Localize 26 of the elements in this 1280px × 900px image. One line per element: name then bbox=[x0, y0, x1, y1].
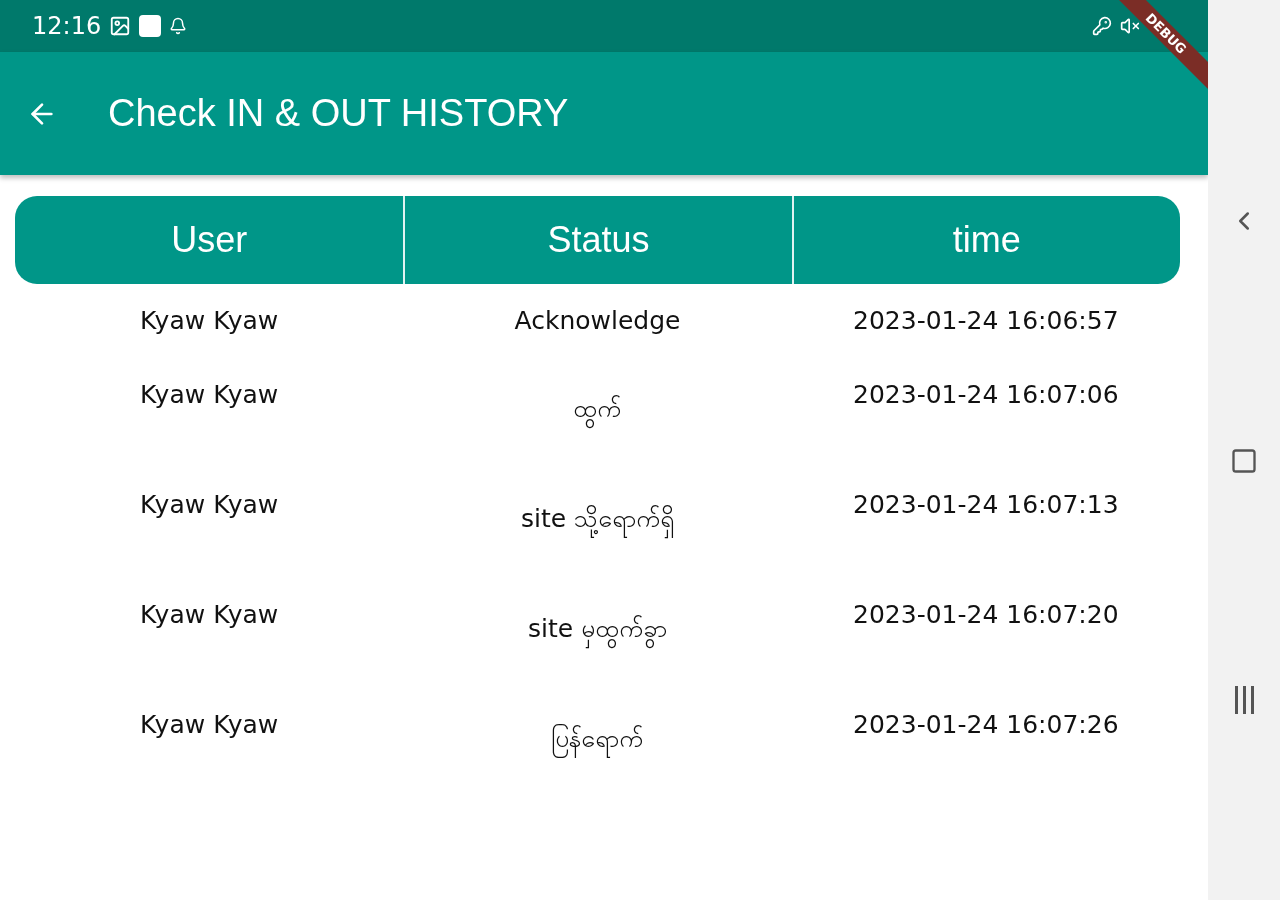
time-cell: 2023-01-24 16:07:13 bbox=[853, 490, 1119, 519]
column-header: time bbox=[952, 219, 1021, 261]
user-cell: Kyaw Kyaw bbox=[140, 600, 279, 629]
user-cell: Kyaw Kyaw bbox=[140, 380, 279, 409]
status-cell: site သို့ရောက်ရှိ bbox=[520, 502, 675, 539]
status-cell: ပြန်ရောက် bbox=[551, 722, 644, 759]
time-cell: 2023-01-24 16:06:57 bbox=[853, 306, 1119, 335]
column-header: User bbox=[171, 219, 248, 261]
home-nav-icon[interactable] bbox=[1230, 447, 1258, 475]
user-cell: Kyaw Kyaw bbox=[140, 710, 279, 739]
time-cell: 2023-01-24 16:07:26 bbox=[853, 710, 1119, 739]
status-cell: ထွက် bbox=[573, 392, 622, 429]
recent-apps-icon[interactable] bbox=[1234, 686, 1254, 715]
time-cell: 2023-01-24 16:07:06 bbox=[853, 380, 1119, 409]
image-icon bbox=[109, 15, 132, 37]
key-icon bbox=[1092, 16, 1112, 36]
user-cell: Kyaw Kyaw bbox=[140, 306, 279, 335]
user-cell: Kyaw Kyaw bbox=[140, 490, 279, 519]
status-cell: site မှထွက်ခွာ bbox=[527, 612, 668, 649]
mute-icon bbox=[1120, 16, 1140, 36]
time-cell: 2023-01-24 16:07:20 bbox=[853, 600, 1119, 629]
status-time: 12:16 bbox=[32, 12, 102, 40]
status-cell: Acknowledge bbox=[514, 306, 681, 335]
notification-icon bbox=[169, 17, 188, 35]
page-title: Check IN & OUT HISTORY bbox=[108, 92, 569, 135]
column-header: Status bbox=[547, 219, 650, 261]
